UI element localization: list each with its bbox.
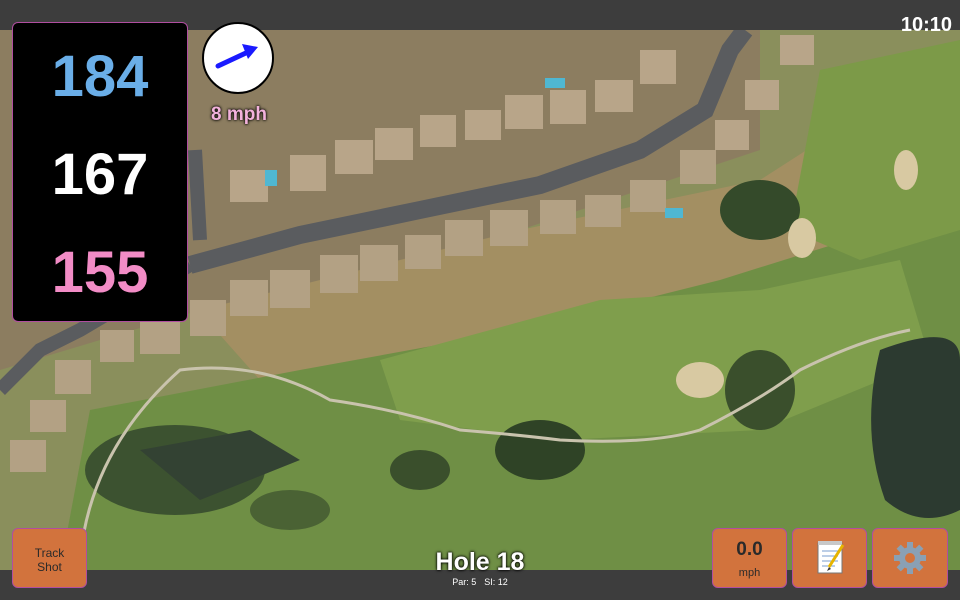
front-distance: 155: [51, 240, 149, 305]
hole-stroke-index: SI: 12: [484, 577, 508, 587]
gear-icon: [894, 542, 926, 574]
track-shot-button[interactable]: Track Shot: [12, 528, 87, 588]
clock: 10:10: [900, 14, 952, 36]
middle-distance: 167: [51, 142, 149, 207]
wind-arrow-icon: [215, 44, 258, 69]
wind-speed: 8 mph: [211, 104, 267, 125]
speed-value: 0.0: [736, 539, 763, 560]
track-shot-label: Track Shot: [34, 546, 65, 574]
hole-info: Par: 5 SI: 12: [380, 577, 580, 587]
speed-unit: mph: [738, 567, 761, 579]
speed-button[interactable]: 0.0 mph: [712, 528, 787, 588]
distance-panel: 184 167 155: [12, 22, 188, 322]
wind-direction-dial: [202, 22, 274, 94]
notes-button[interactable]: [792, 528, 867, 588]
hole-par: Par: 5: [452, 577, 477, 587]
notepad-icon: [817, 541, 845, 574]
settings-button[interactable]: [872, 528, 948, 588]
hole-title: Hole 18: [435, 548, 525, 576]
back-distance: 184: [51, 44, 149, 109]
